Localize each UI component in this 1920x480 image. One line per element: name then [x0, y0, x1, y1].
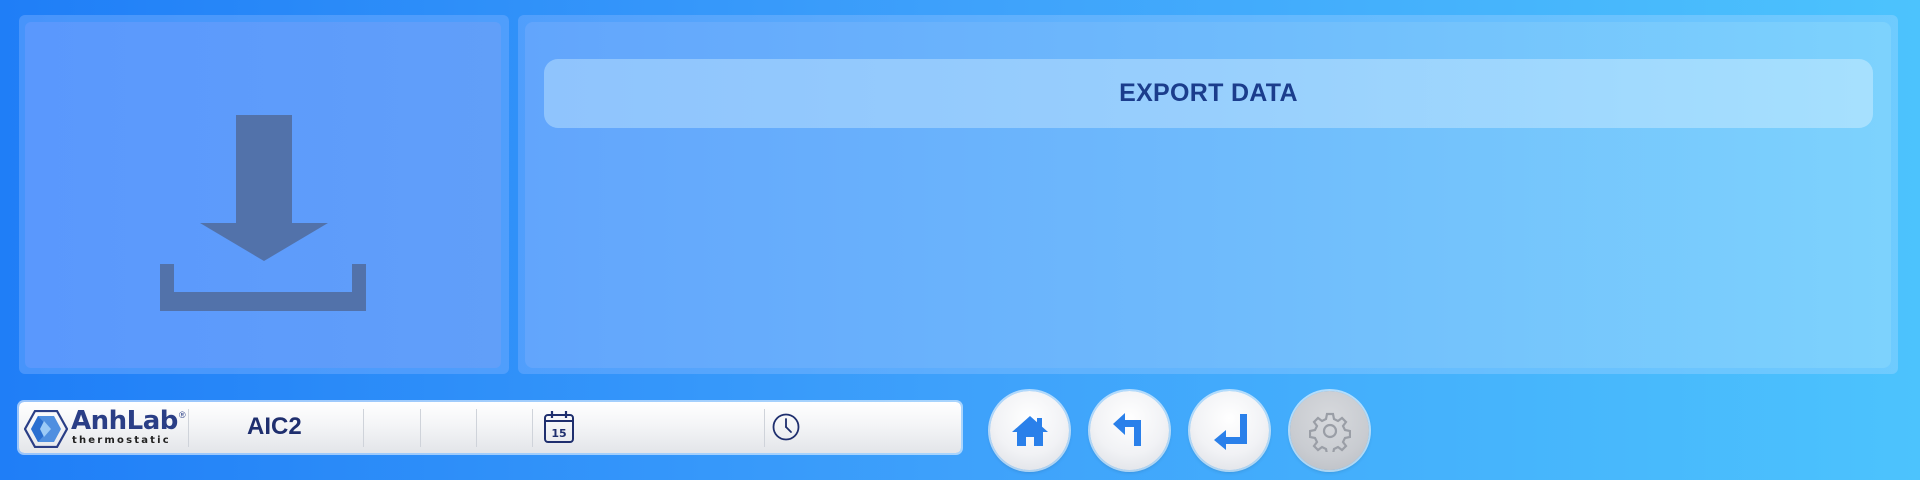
logo-hexagon-icon [24, 410, 68, 448]
clock-icon [772, 413, 800, 441]
status-separator [532, 409, 533, 447]
logo-subtitle: thermostatic [72, 435, 171, 446]
status-separator [363, 409, 364, 447]
enter-button[interactable] [1190, 391, 1269, 470]
download-icon-panel [19, 15, 509, 374]
logo-name: AnhLab [71, 406, 178, 436]
device-name: AIC2 [247, 413, 302, 440]
back-button[interactable] [1090, 391, 1169, 470]
home-button[interactable] [990, 391, 1069, 470]
status-bar: AnhLab ® thermostatic AIC2 15 [19, 402, 961, 453]
back-arrow-icon [1112, 412, 1141, 446]
export-panel-inner: EXPORT DATA [525, 22, 1891, 368]
home-icon [1011, 415, 1048, 446]
status-separator [764, 409, 765, 447]
status-separator [188, 409, 189, 447]
anhlab-logo: AnhLab ® thermostatic [24, 406, 186, 448]
calendar-day: 15 [551, 427, 566, 440]
settings-button[interactable] [1290, 391, 1369, 470]
status-separator [420, 409, 421, 447]
export-title: EXPORT DATA [1119, 79, 1298, 107]
download-icon-panel-inner [25, 22, 501, 368]
calendar-icon: 15 [544, 411, 574, 443]
export-title-bar: EXPORT DATA [544, 59, 1873, 128]
gear-icon [1308, 412, 1351, 452]
export-panel: EXPORT DATA [518, 15, 1898, 374]
status-separator [476, 409, 477, 447]
download-icon [160, 115, 366, 311]
enter-arrow-icon [1213, 413, 1247, 450]
logo-registered-mark: ® [179, 410, 186, 420]
